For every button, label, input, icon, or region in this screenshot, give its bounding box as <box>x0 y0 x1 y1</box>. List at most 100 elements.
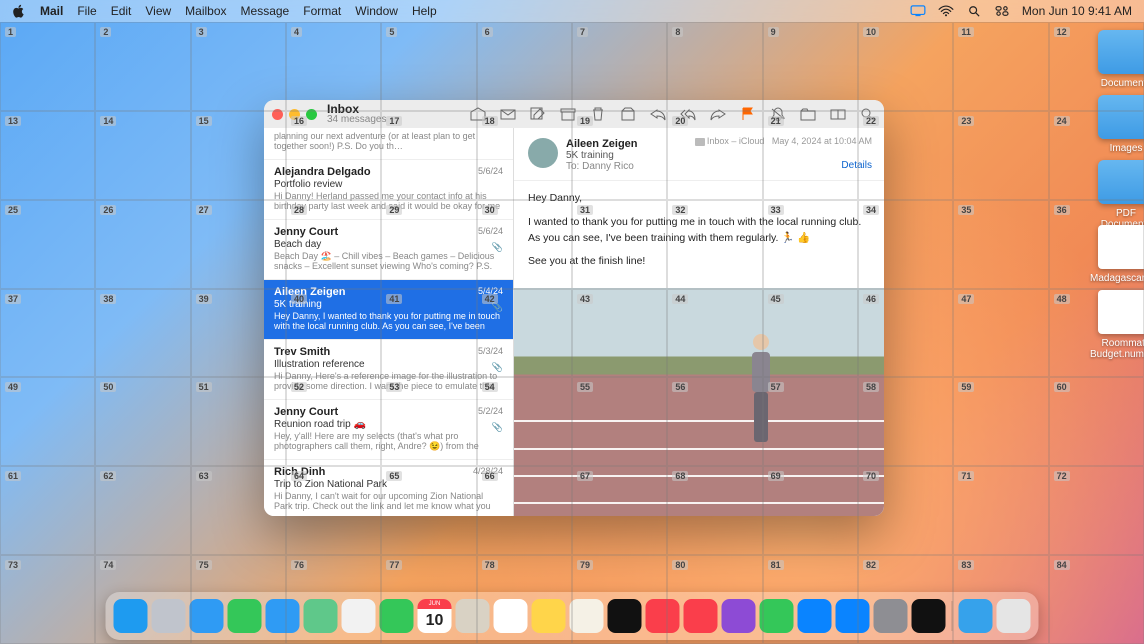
dock-app-podcasts[interactable] <box>722 599 756 633</box>
dock-app-notes[interactable] <box>532 599 566 633</box>
dock-app-facetime[interactable] <box>380 599 414 633</box>
dock-app-messages[interactable] <box>228 599 262 633</box>
dock-app-keynote[interactable] <box>798 599 832 633</box>
desktop-icon-pdf-documents[interactable]: PDF Documents <box>1090 160 1144 230</box>
compose-icon[interactable] <box>530 107 546 121</box>
mail-window: Inbox 34 messages planning our next adve… <box>264 100 884 516</box>
flag-icon[interactable] <box>740 107 756 121</box>
dock-app-reminders[interactable] <box>494 599 528 633</box>
trash-icon[interactable] <box>590 107 606 121</box>
search-icon[interactable] <box>860 107 876 121</box>
apple-menu-icon[interactable] <box>12 4 26 18</box>
mail-titlebar[interactable]: Inbox 34 messages <box>264 100 884 128</box>
dock-trash[interactable] <box>997 599 1031 633</box>
attachment-icon: 📎 <box>492 422 503 433</box>
reply-all-icon[interactable] <box>680 107 696 121</box>
msg-subject: Beach day <box>274 239 503 250</box>
menu-view[interactable]: View <box>145 4 171 18</box>
desktop-icon-roommate-budget-numbers[interactable]: Roommate Budget.numbers <box>1090 290 1144 360</box>
message-item[interactable]: planning our next adventure (or at least… <box>264 128 513 160</box>
body-paragraph: Hey Danny, <box>528 191 870 207</box>
screen-mirroring-icon[interactable] <box>910 5 926 17</box>
menu-edit[interactable]: Edit <box>111 4 132 18</box>
menubar-clock[interactable]: Mon Jun 10 9:41 AM <box>1022 4 1132 18</box>
menu-window[interactable]: Window <box>355 4 398 18</box>
mute-icon[interactable] <box>770 107 786 121</box>
dock-app-finder[interactable] <box>114 599 148 633</box>
msg-preview: planning our next adventure (or at least… <box>274 131 503 151</box>
menubar-app-name[interactable]: Mail <box>40 4 63 18</box>
dock-app-photos[interactable] <box>342 599 376 633</box>
runner-figure <box>736 334 786 464</box>
dock-app-calendar[interactable]: JUN10 <box>418 599 452 633</box>
attachment-icon: 📎 <box>492 302 503 313</box>
desktop-icon-madagascar-key[interactable]: Madagascar.key <box>1090 225 1144 284</box>
msg-date: 5/4/24 <box>478 286 503 296</box>
folder-icon <box>695 138 705 146</box>
message-item[interactable]: Jenny Court5/6/24Beach dayBeach Day 🏖️ –… <box>264 220 513 280</box>
dock-app-contacts[interactable] <box>456 599 490 633</box>
archive-icon[interactable] <box>560 107 576 121</box>
junk-icon[interactable] <box>620 107 636 121</box>
close-button[interactable] <box>272 109 283 120</box>
dock-app-safari[interactable] <box>190 599 224 633</box>
dock-app-system-settings[interactable] <box>874 599 908 633</box>
msg-preview: Hi Danny, I can't wait for our upcoming … <box>274 491 503 511</box>
envelope-icon[interactable] <box>500 107 516 121</box>
move-icon[interactable] <box>800 107 816 121</box>
msg-preview: Hi Danny, Here's a reference image for t… <box>274 371 503 391</box>
dock-app-mail[interactable] <box>266 599 300 633</box>
reply-icon[interactable] <box>650 107 666 121</box>
dock-app-maps[interactable] <box>304 599 338 633</box>
dock-downloads[interactable] <box>959 599 993 633</box>
detail-meta: Inbox – iCloud May 4, 2024 at 10:04 AM <box>695 136 872 146</box>
msg-subject: 5K training <box>274 299 503 310</box>
sender-avatar[interactable] <box>528 138 558 168</box>
message-list[interactable]: planning our next adventure (or at least… <box>264 128 514 516</box>
message-item[interactable]: Trev Smith5/3/24Illustration referenceHi… <box>264 340 513 400</box>
icon-thumb <box>1098 225 1144 269</box>
icon-label: Images <box>1090 143 1144 154</box>
dock-app-tv[interactable] <box>608 599 642 633</box>
icon-label: Madagascar.key <box>1090 273 1144 284</box>
icon-thumb <box>1098 30 1144 74</box>
icon-label: Roommate Budget.numbers <box>1090 338 1144 360</box>
desktop-icon-documents[interactable]: Documents <box>1090 30 1144 89</box>
message-header: Aileen Zeigen 5K training To: Danny Rico… <box>514 128 884 181</box>
message-item[interactable]: Rich Dinh4/28/24Trip to Zion National Pa… <box>264 460 513 516</box>
message-attachment-image[interactable] <box>514 288 884 516</box>
menu-mailbox[interactable]: Mailbox <box>185 4 226 18</box>
menu-help[interactable]: Help <box>412 4 437 18</box>
message-item[interactable]: Alejandra Delgado5/6/24Portfolio reviewH… <box>264 160 513 220</box>
message-item[interactable]: Aileen Zeigen5/4/24 5K trainingHey Danny,… <box>264 280 513 340</box>
dock-app-numbers[interactable] <box>760 599 794 633</box>
wifi-icon[interactable] <box>938 5 954 17</box>
zoom-button[interactable] <box>306 109 317 120</box>
dock-app-app-store[interactable] <box>836 599 870 633</box>
dock-app-news[interactable] <box>684 599 718 633</box>
details-link[interactable]: Details <box>841 160 872 171</box>
msg-preview: Hey Danny, I wanted to thank you for put… <box>274 311 503 331</box>
dock-app-iphone-mirroring[interactable] <box>912 599 946 633</box>
msg-from: Jenny Court <box>274 406 503 418</box>
envelope-open-icon[interactable] <box>470 107 486 121</box>
dock-app-launchpad[interactable] <box>152 599 186 633</box>
icon-thumb <box>1098 160 1144 204</box>
tag-icon[interactable] <box>830 107 846 121</box>
msg-from: Aileen Zeigen <box>274 286 503 298</box>
window-controls <box>272 109 317 120</box>
dock-app-music[interactable] <box>646 599 680 633</box>
menu-message[interactable]: Message <box>241 4 290 18</box>
minimize-button[interactable] <box>289 109 300 120</box>
msg-preview: Hi Danny! Herland passed me your contact… <box>274 191 503 211</box>
menu-format[interactable]: Format <box>303 4 341 18</box>
message-item[interactable]: Jenny Court5/2/24Reunion road trip 🚗Hey,… <box>264 400 513 460</box>
desktop-icon-images[interactable]: Images <box>1090 95 1144 154</box>
forward-icon[interactable] <box>710 107 726 121</box>
spotlight-icon[interactable] <box>966 5 982 17</box>
control-center-icon[interactable] <box>994 5 1010 17</box>
menu-file[interactable]: File <box>77 4 96 18</box>
msg-preview: Hey, y'all! Here are my selects (that's … <box>274 431 503 451</box>
msg-date: 5/6/24 <box>478 226 503 236</box>
dock-app-freeform[interactable] <box>570 599 604 633</box>
